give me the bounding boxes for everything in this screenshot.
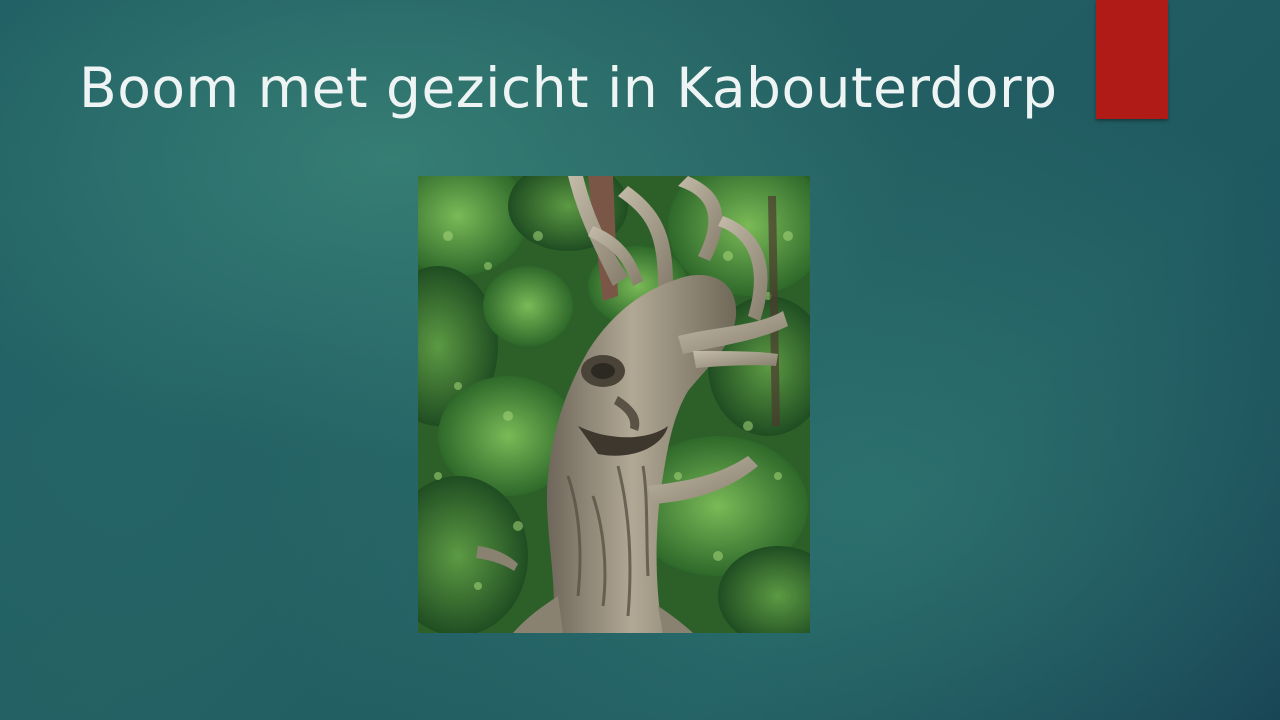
- tree-with-face-icon: [418, 176, 810, 633]
- slide-title: Boom met gezicht in Kabouterdorp: [79, 56, 1058, 120]
- tree-photo[interactable]: [418, 176, 810, 633]
- slide: Boom met gezicht in Kabouterdorp: [0, 0, 1280, 720]
- accent-bar: [1096, 0, 1168, 119]
